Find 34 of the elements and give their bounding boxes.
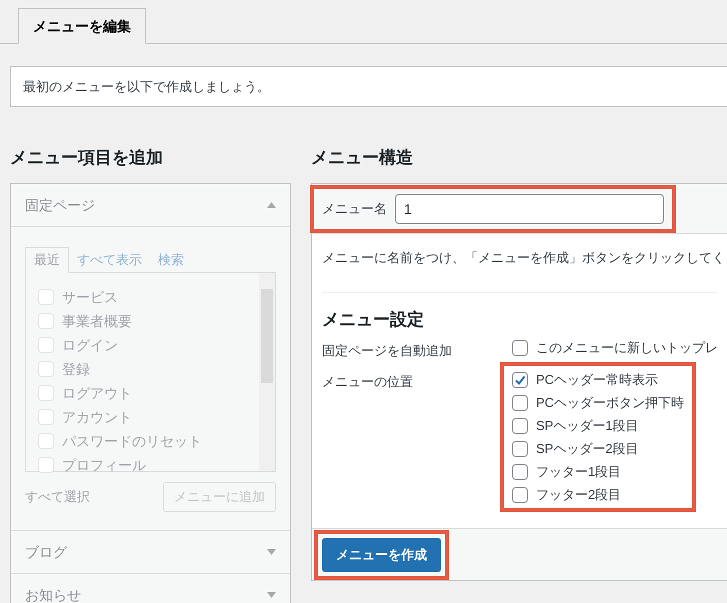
menu-name-input[interactable]: 1 bbox=[395, 194, 664, 224]
option-label: PCヘッダー常時表示 bbox=[536, 370, 658, 389]
page-label: ログイン bbox=[62, 336, 118, 354]
option-label: PCヘッダーボタン押下時 bbox=[536, 394, 684, 412]
page-label: ログアウト bbox=[62, 384, 132, 402]
checkbox[interactable] bbox=[512, 486, 528, 502]
setting-label: 固定ページを自動追加 bbox=[322, 342, 453, 360]
page-label: サービス bbox=[62, 288, 118, 306]
field-label: メニュー名 bbox=[322, 200, 387, 218]
page-label: 事業者概要 bbox=[62, 312, 132, 330]
checkbox[interactable] bbox=[512, 340, 528, 356]
page-label: パスワードのリセット bbox=[62, 432, 202, 450]
checkbox[interactable] bbox=[512, 418, 528, 434]
settings-heading: メニュー設定 bbox=[322, 309, 425, 331]
section-heading: メニュー構造 bbox=[311, 147, 414, 169]
checkbox[interactable] bbox=[512, 464, 528, 480]
create-menu-button[interactable]: メニューを作成 bbox=[322, 538, 441, 572]
setting-label: メニューの位置 bbox=[322, 373, 414, 391]
checkbox[interactable] bbox=[512, 372, 528, 388]
section-heading: メニュー項目を追加 bbox=[10, 147, 164, 169]
page-label: アカウント bbox=[62, 408, 132, 426]
tab[interactable]: メニューを編集 bbox=[18, 8, 146, 44]
option-label: フッター1段目 bbox=[536, 462, 622, 481]
scrollbar[interactable] bbox=[259, 273, 275, 471]
notice-text: 最初のメニューを以下で作成しましょう。 bbox=[23, 78, 270, 96]
page-label: 登録 bbox=[62, 360, 90, 378]
checkmark-icon bbox=[514, 374, 526, 386]
option-label: SPヘッダー1段目 bbox=[536, 416, 639, 435]
page-label: プロフィール bbox=[62, 456, 146, 474]
option-label: SPヘッダー2段目 bbox=[536, 440, 639, 458]
option-label: このメニューに新しいトップレ bbox=[536, 339, 718, 358]
checkbox[interactable] bbox=[512, 394, 528, 410]
checkbox[interactable] bbox=[512, 440, 528, 456]
option-label: フッター2段目 bbox=[536, 486, 622, 504]
